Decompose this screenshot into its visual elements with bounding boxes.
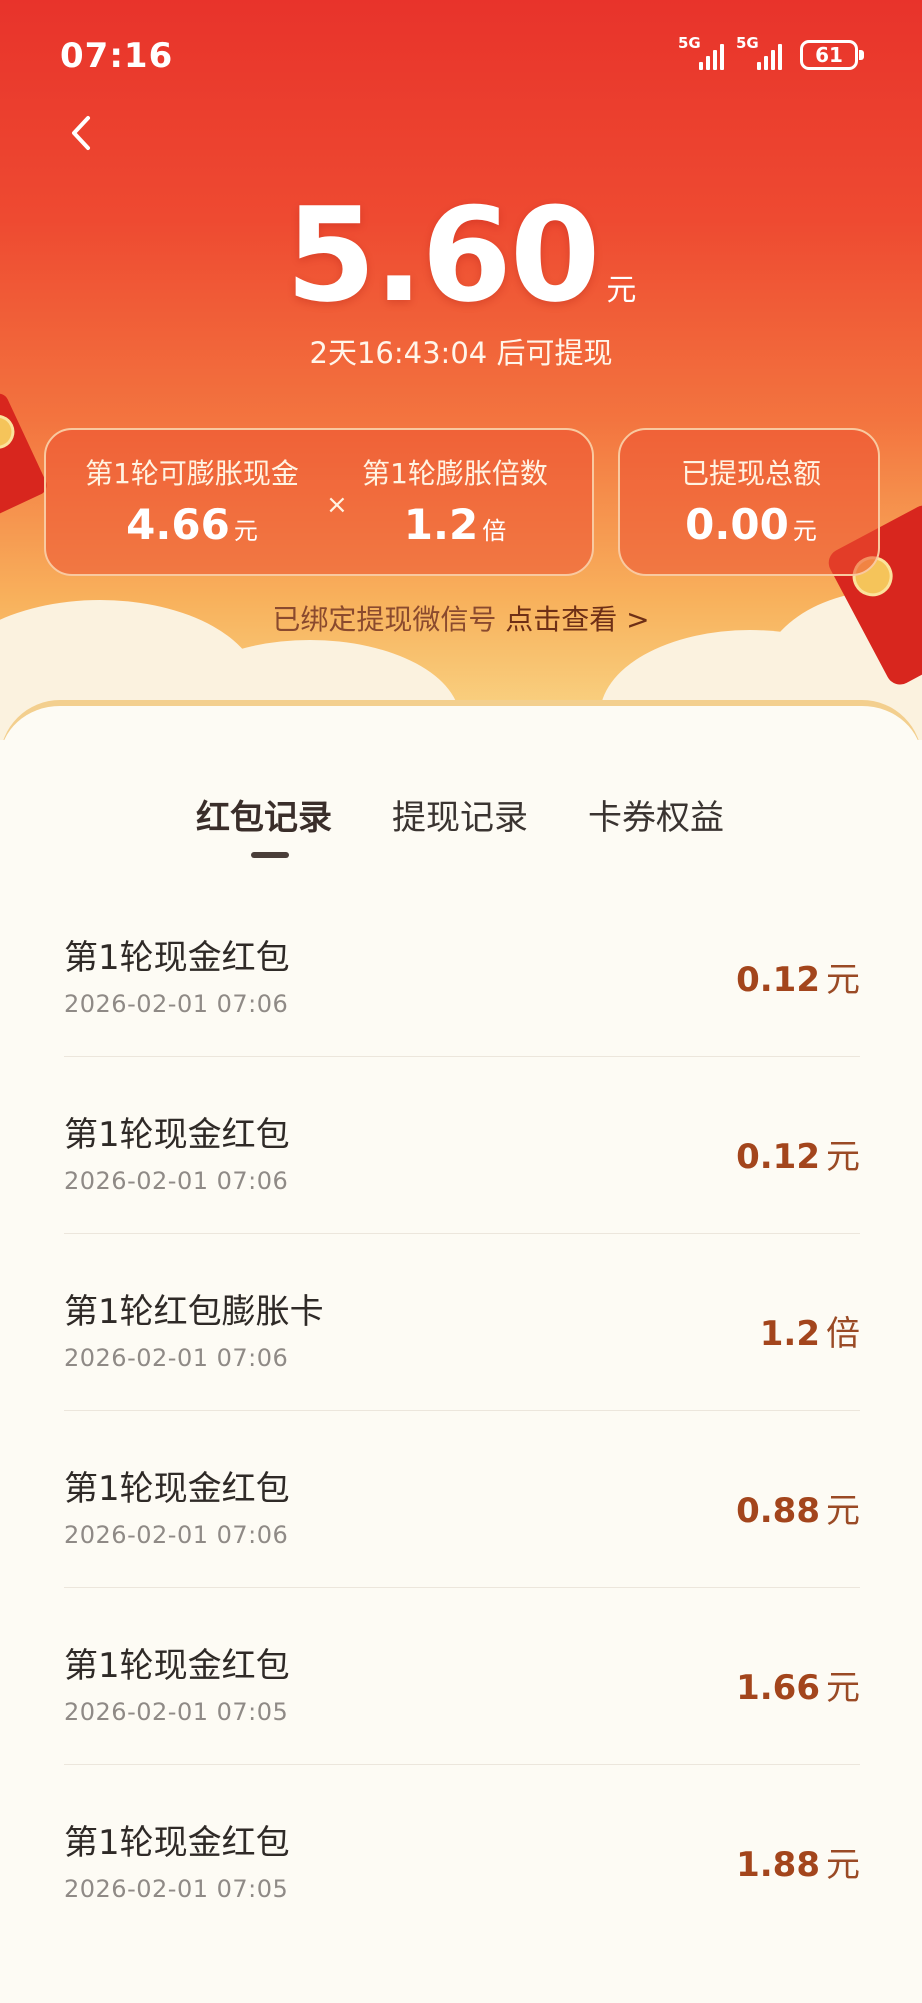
- record-title: 第1轮现金红包: [64, 1115, 290, 1155]
- withdraw-countdown: 2天16:43:04 后可提现: [309, 336, 613, 370]
- record-amount: 1.66 元: [736, 1660, 860, 1709]
- record-date: 2026-02-01 07:05: [64, 1698, 289, 1726]
- list-item: 第1轮红包膨胀卡 2026-02-01 07:06 1.2 倍: [64, 1234, 860, 1411]
- record-amount-unit: 元: [826, 960, 860, 1000]
- view-wechat-link[interactable]: 点击查看 >: [505, 603, 649, 636]
- back-button[interactable]: [62, 108, 102, 158]
- record-title: 第1轮现金红包: [64, 1823, 290, 1863]
- list-item: 第1轮现金红包 2026-02-01 07:06 0.88 元: [64, 1411, 860, 1588]
- record-amount-value: 1.66: [736, 1668, 820, 1708]
- tab-withdraw-records[interactable]: 提现记录: [392, 790, 528, 839]
- red-envelope-decoration: [0, 390, 50, 520]
- inflatable-cash-stat: 第1轮可膨胀现金 4.66 元: [72, 452, 312, 549]
- battery-icon: 61: [800, 40, 864, 70]
- withdrawn-total-stat: 已提现总额 0.00 元: [620, 452, 882, 549]
- list-item: 第1轮现金红包 2026-02-01 07:05 1.88 元: [64, 1765, 860, 1942]
- wechat-bind-row: 已绑定提现微信号 点击查看 >: [0, 598, 922, 638]
- record-amount: 0.12 元: [736, 952, 860, 1001]
- record-title: 第1轮现金红包: [64, 938, 290, 978]
- record-amount-value: 1.88: [736, 1845, 820, 1885]
- record-amount-value: 0.12: [736, 960, 820, 1000]
- withdrawn-total-card: 已提现总额 0.00 元: [618, 428, 880, 576]
- wechat-bind-text: 已绑定提现微信号: [272, 603, 497, 636]
- inflatable-cash-unit: 元: [233, 517, 258, 545]
- multiplier-label: 第1轮膨胀倍数: [362, 457, 548, 490]
- inflatable-cash-label: 第1轮可膨胀现金: [85, 457, 299, 490]
- withdrawn-total-label: 已提现总额: [680, 457, 821, 490]
- record-amount: 1.2 倍: [760, 1306, 860, 1355]
- balance-amount: 5.60 元: [0, 190, 922, 320]
- record-list: 第1轮现金红包 2026-02-01 07:06 0.12 元 第1轮现金红包 2…: [64, 880, 860, 1942]
- signal-icon: 5G: [678, 34, 724, 70]
- record-tabs: 红包记录 提现记录 卡券权益: [0, 790, 922, 870]
- record-title: 第1轮现金红包: [64, 1646, 290, 1686]
- list-item: 第1轮现金红包 2026-02-01 07:06 0.12 元: [64, 1057, 860, 1234]
- withdrawn-total-value: 0.00: [685, 500, 789, 549]
- record-date: 2026-02-01 07:06: [64, 1344, 289, 1372]
- record-amount-unit: 元: [826, 1491, 860, 1531]
- record-amount: 0.88 元: [736, 1483, 860, 1532]
- record-amount: 0.12 元: [736, 1129, 860, 1178]
- status-bar: 07:16 5G 5G 61: [0, 0, 922, 110]
- inflatable-cash-value: 4.66: [126, 500, 230, 549]
- record-amount-unit: 元: [826, 1668, 860, 1708]
- record-date: 2026-02-01 07:06: [64, 1521, 289, 1549]
- balance-unit: 元: [606, 273, 637, 308]
- record-amount: 1.88 元: [736, 1837, 860, 1886]
- record-amount-unit: 倍: [826, 1314, 860, 1354]
- record-date: 2026-02-01 07:06: [64, 990, 289, 1018]
- record-amount-value: 0.88: [736, 1491, 820, 1531]
- signal-label: 5G: [736, 34, 759, 52]
- multiplier-unit: 倍: [482, 517, 507, 545]
- withdrawn-total-unit: 元: [792, 517, 817, 545]
- chevron-left-icon: [72, 116, 90, 150]
- record-amount-value: 0.12: [736, 1137, 820, 1177]
- record-title: 第1轮红包膨胀卡: [64, 1292, 324, 1332]
- tab-red-envelope-records[interactable]: 红包记录: [196, 790, 332, 839]
- hero-bottom-edge: [0, 700, 922, 740]
- active-tab-indicator: [251, 852, 289, 858]
- status-time: 07:16: [60, 36, 174, 76]
- signal-icon: 5G: [736, 34, 782, 70]
- record-title: 第1轮现金红包: [64, 1469, 290, 1509]
- list-item: 第1轮现金红包 2026-02-01 07:06 0.12 元: [64, 880, 860, 1057]
- list-item: 第1轮现金红包 2026-02-01 07:05 1.66 元: [64, 1588, 860, 1765]
- record-date: 2026-02-01 07:05: [64, 1875, 289, 1903]
- record-amount-unit: 元: [826, 1845, 860, 1885]
- multiplier-stat: 第1轮膨胀倍数 1.2 倍: [340, 452, 570, 549]
- record-amount-unit: 元: [826, 1137, 860, 1177]
- record-amount-value: 1.2: [759, 1314, 820, 1354]
- inflation-card: 第1轮可膨胀现金 4.66 元 × 第1轮膨胀倍数 1.2 倍: [44, 428, 594, 576]
- multiplier-value: 1.2: [403, 500, 479, 549]
- tab-coupon-benefits[interactable]: 卡券权益: [588, 790, 724, 839]
- record-date: 2026-02-01 07:06: [64, 1167, 289, 1195]
- balance-value: 5.60: [285, 179, 601, 331]
- signal-label: 5G: [678, 34, 701, 52]
